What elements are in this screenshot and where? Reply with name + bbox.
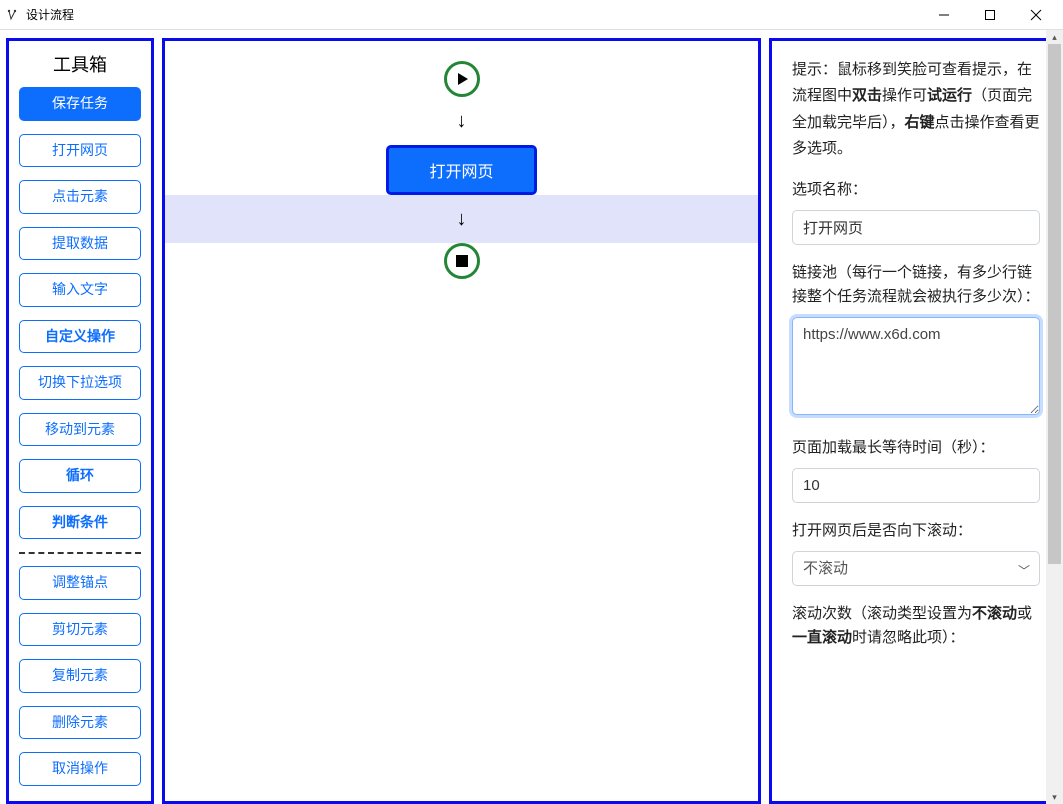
adjust-anchor-button[interactable]: 调整锚点 xyxy=(19,566,141,600)
start-node[interactable] xyxy=(444,61,480,97)
max-wait-label: 页面加载最长等待时间（秒）： xyxy=(792,436,1040,460)
max-wait-input[interactable] xyxy=(792,468,1040,503)
link-pool-textarea[interactable] xyxy=(792,317,1040,415)
scroll-after-label: 打开网页后是否向下滚动： xyxy=(792,519,1040,543)
toolbox-separator xyxy=(19,552,141,554)
close-button[interactable] xyxy=(1013,0,1059,30)
maximize-button[interactable] xyxy=(967,0,1013,30)
main-area: 工具箱 保存任务 打开网页 点击元素 提取数据 输入文字 自定义操作 切换下拉选… xyxy=(0,30,1063,804)
hint-text: 提示：鼠标移到笑脸可查看提示，在流程图中双击操作可试运行（页面完全加载完毕后），… xyxy=(792,57,1040,162)
scroll-up-icon[interactable]: ▴ xyxy=(1046,30,1063,44)
copy-element-button[interactable]: 复制元素 xyxy=(19,659,141,693)
save-task-button[interactable]: 保存任务 xyxy=(19,87,141,121)
window-scrollbar[interactable]: ▴ ▾ xyxy=(1046,30,1063,804)
move-to-element-button[interactable]: 移动到元素 xyxy=(19,413,141,447)
input-text-button[interactable]: 输入文字 xyxy=(19,273,141,307)
open-page-button[interactable]: 打开网页 xyxy=(19,134,141,168)
condition-button[interactable]: 判断条件 xyxy=(19,506,141,540)
custom-action-button[interactable]: 自定义操作 xyxy=(19,320,141,354)
toolbox-title: 工具箱 xyxy=(19,51,141,77)
undo-button[interactable]: 取消操作 xyxy=(19,752,141,786)
option-name-input[interactable] xyxy=(792,210,1040,245)
extract-data-button[interactable]: 提取数据 xyxy=(19,227,141,261)
scroll-down-icon[interactable]: ▾ xyxy=(1046,790,1063,804)
play-icon xyxy=(454,71,470,87)
titlebar: 设计流程 xyxy=(0,0,1063,30)
link-pool-label: 链接池（每行一个链接，有多少行链接整个任务流程就会被执行多少次）： xyxy=(792,261,1040,309)
arrow-down-icon: ↓ xyxy=(457,111,467,131)
scroll-count-label: 滚动次数（滚动类型设置为不滚动或一直滚动时请忽略此项）： xyxy=(792,602,1040,650)
option-name-label: 选项名称： xyxy=(792,178,1040,202)
open-page-node[interactable]: 打开网页 xyxy=(386,145,536,195)
scroll-after-select[interactable]: 不滚动 xyxy=(792,551,1040,586)
stop-icon xyxy=(456,255,468,267)
scroll-thumb[interactable] xyxy=(1048,44,1061,564)
toolbox-panel: 工具箱 保存任务 打开网页 点击元素 提取数据 输入文字 自定义操作 切换下拉选… xyxy=(6,38,154,804)
minimize-button[interactable] xyxy=(921,0,967,30)
app-icon xyxy=(4,7,20,23)
arrow-down-icon: ↓ xyxy=(457,209,467,229)
properties-panel: 提示：鼠标移到笑脸可查看提示，在流程图中双击操作可试运行（页面完全加载完毕后），… xyxy=(769,38,1057,804)
delete-element-button[interactable]: 删除元素 xyxy=(19,706,141,740)
loop-button[interactable]: 循环 xyxy=(19,459,141,493)
window-title: 设计流程 xyxy=(26,6,74,23)
window-controls xyxy=(921,0,1059,30)
switch-dropdown-button[interactable]: 切换下拉选项 xyxy=(19,366,141,400)
cut-element-button[interactable]: 剪切元素 xyxy=(19,613,141,647)
selected-drop-zone[interactable]: ↓ xyxy=(165,195,758,243)
end-node[interactable] xyxy=(444,243,480,279)
flow-canvas[interactable]: ↓ 打开网页 ↓ xyxy=(162,38,761,804)
click-element-button[interactable]: 点击元素 xyxy=(19,180,141,214)
